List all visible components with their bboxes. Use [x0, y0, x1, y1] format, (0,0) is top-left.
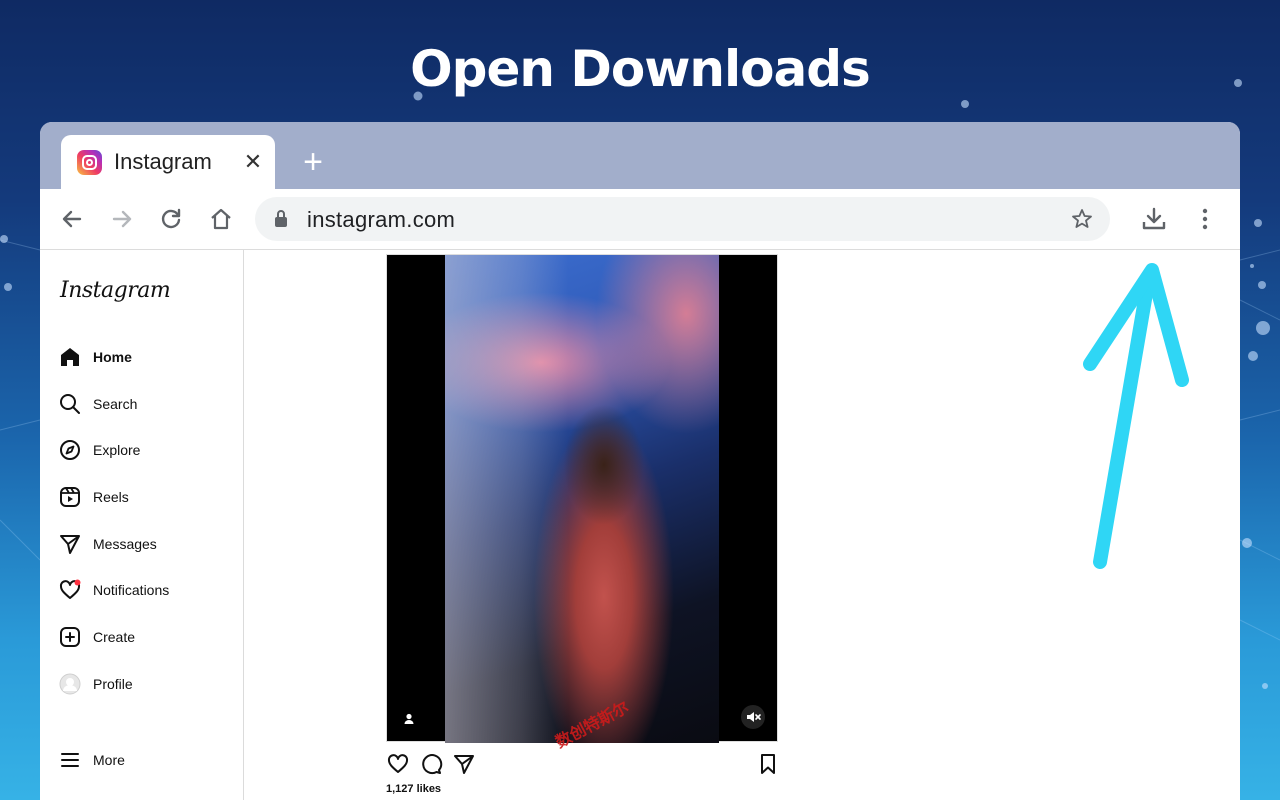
search-icon — [58, 392, 82, 416]
sidebar-item-label: Notifications — [93, 582, 170, 598]
new-tab-button[interactable]: + — [298, 144, 328, 180]
forward-icon[interactable] — [108, 205, 136, 233]
compass-icon — [58, 438, 82, 462]
sidebar-item-create[interactable]: Create — [58, 622, 228, 652]
instagram-page: Instagram Home Search Explore Reels Mess… — [40, 250, 1240, 800]
menu-icon — [58, 748, 82, 772]
reels-icon — [58, 485, 82, 509]
bookmark-star-icon[interactable] — [1070, 207, 1094, 231]
instagram-icon — [77, 149, 102, 175]
comment-icon[interactable] — [419, 752, 443, 776]
post-media[interactable] — [386, 254, 778, 743]
url-text: instagram.com — [307, 207, 456, 232]
post-photo — [445, 255, 719, 743]
likes-count[interactable]: 1,127 likes — [386, 783, 441, 795]
user-tag-icon[interactable] — [401, 711, 417, 727]
share-icon[interactable] — [452, 752, 476, 776]
instagram-logo[interactable]: Instagram — [60, 278, 171, 303]
sidebar-item-search[interactable]: Search — [58, 389, 228, 419]
close-icon[interactable]: ✕ — [240, 149, 266, 175]
sidebar-item-explore[interactable]: Explore — [58, 435, 228, 465]
sidebar-item-home[interactable]: Home — [58, 342, 228, 372]
home-icon — [58, 345, 82, 369]
download-icon[interactable] — [1140, 205, 1168, 233]
heart-icon — [58, 578, 82, 602]
sidebar-item-reels[interactable]: Reels — [58, 482, 228, 512]
plus-square-icon — [58, 625, 82, 649]
back-icon[interactable] — [58, 205, 86, 233]
sidebar-item-messages[interactable]: Messages — [58, 529, 228, 559]
browser-window: Instagram ✕ + instagram.com Instagram Ho… — [40, 122, 1240, 800]
sidebar-item-label: More — [93, 752, 125, 768]
mute-icon[interactable] — [741, 705, 765, 729]
reload-icon[interactable] — [157, 205, 185, 233]
arrow-pointer-icon — [1083, 263, 1189, 569]
post-actions — [386, 752, 778, 780]
tab-instagram[interactable]: Instagram ✕ — [61, 135, 275, 189]
send-icon — [58, 532, 82, 556]
sidebar-item-label: Profile — [93, 676, 133, 692]
headline: Open Downloads — [410, 40, 871, 98]
sidebar-item-profile[interactable]: Profile — [58, 669, 228, 699]
kebab-menu-icon[interactable] — [1191, 205, 1219, 233]
avatar — [58, 672, 82, 696]
sidebar-item-label: Search — [93, 396, 138, 412]
sidebar-item-label: Home — [93, 349, 132, 365]
sidebar-item-notifications[interactable]: Notifications — [58, 575, 228, 605]
sidebar-item-label: Explore — [93, 442, 141, 458]
lock-icon — [275, 210, 287, 227]
tab-title: Instagram — [114, 149, 212, 174]
sidebar-item-label: Reels — [93, 489, 129, 505]
save-bookmark-icon[interactable] — [756, 752, 780, 776]
like-heart-icon[interactable] — [386, 752, 410, 776]
address-bar[interactable]: instagram.com — [255, 197, 1110, 241]
tab-strip: Instagram ✕ + — [40, 122, 1240, 189]
sidebar-item-more[interactable]: More — [58, 745, 228, 775]
home-icon[interactable] — [207, 205, 235, 233]
sidebar-item-label: Messages — [93, 536, 157, 552]
sidebar: Instagram Home Search Explore Reels Mess… — [40, 250, 244, 800]
sidebar-item-label: Create — [93, 629, 136, 645]
browser-toolbar: instagram.com — [40, 189, 1240, 250]
